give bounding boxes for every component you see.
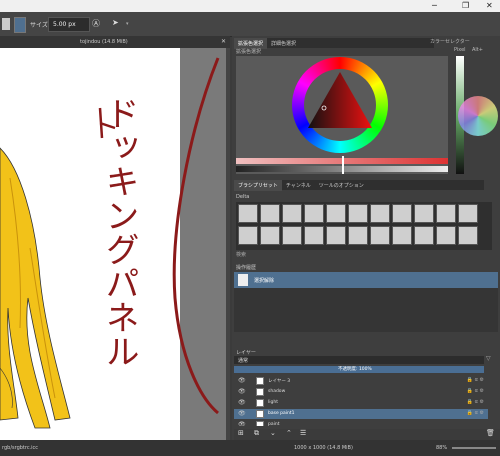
delete-layer-button[interactable]: 🗑 bbox=[486, 429, 495, 437]
opacity-slider[interactable]: 不透明度: 100% bbox=[234, 366, 484, 373]
visibility-icon[interactable]: 👁 bbox=[238, 399, 246, 406]
dropdown-icon[interactable]: ▾ bbox=[126, 21, 129, 27]
brush-preset[interactable] bbox=[238, 204, 258, 223]
brush-preset[interactable] bbox=[436, 226, 456, 245]
zoom-slider[interactable] bbox=[452, 447, 496, 449]
brush-preset[interactable] bbox=[348, 226, 368, 245]
color-profile: rgb/srgbtrc.icc bbox=[2, 445, 39, 451]
brush-preset[interactable] bbox=[414, 204, 434, 223]
brush-preset[interactable] bbox=[238, 226, 258, 245]
tab-channels[interactable]: チャンネル bbox=[282, 180, 315, 191]
brush-preset[interactable] bbox=[260, 226, 280, 245]
brush-preset[interactable] bbox=[304, 204, 324, 223]
image-size: 1000 x 1000 (14.8 MiB) bbox=[294, 445, 353, 451]
annotation-text: ドッキングパネル bbox=[99, 96, 139, 368]
history-title: 操作履歴 bbox=[236, 265, 257, 271]
history-list: 選択解除 bbox=[234, 272, 498, 332]
tool-options-bar: サイズ: 5.00 px Ⓐ ➤ ▾ bbox=[0, 12, 500, 37]
brush-preset[interactable] bbox=[392, 226, 412, 245]
canvas-vertical-scrollbar[interactable] bbox=[226, 48, 230, 440]
blend-mode-select[interactable]: 通常 bbox=[234, 356, 484, 364]
history-item[interactable]: 選択解除 bbox=[234, 272, 498, 288]
mirror-icon[interactable]: Ⓐ bbox=[92, 18, 100, 29]
brush-preset[interactable] bbox=[436, 204, 456, 223]
duplicate-layer-button[interactable]: ⧉ bbox=[254, 429, 259, 438]
visibility-icon[interactable]: 👁 bbox=[238, 410, 246, 417]
brush-preset[interactable] bbox=[260, 204, 280, 223]
annotation-overlay bbox=[98, 107, 116, 139]
size-input[interactable]: 5.00 px bbox=[48, 17, 90, 32]
brush-preset-icon[interactable] bbox=[2, 18, 10, 30]
alt-option[interactable]: Alt+ bbox=[472, 47, 483, 53]
transform-icon[interactable]: ➤ bbox=[112, 18, 119, 27]
brush-preset[interactable] bbox=[414, 226, 434, 245]
brush-docker-tabs: ブラシプリセット チャンネル ツールのオプション bbox=[234, 180, 484, 191]
maximize-button[interactable]: ❐ bbox=[462, 1, 469, 10]
visibility-icon[interactable]: 👁 bbox=[238, 388, 246, 395]
move-down-button[interactable]: ⌄ bbox=[270, 429, 276, 437]
brush-preset[interactable] bbox=[458, 226, 478, 245]
minimize-button[interactable]: ─ bbox=[432, 1, 437, 10]
color-wheel-small[interactable] bbox=[458, 96, 498, 136]
layer-row[interactable]: 👁 light 🔒 α ⚙ bbox=[234, 398, 488, 408]
add-layer-button[interactable]: ⊞ bbox=[238, 429, 244, 437]
tab-specific-color[interactable]: 詳細色選択 bbox=[267, 38, 300, 49]
document-close-button[interactable]: ✕ bbox=[221, 38, 226, 45]
color-panel-title: 拡張色選択 bbox=[236, 49, 262, 55]
brush-preset[interactable] bbox=[348, 204, 368, 223]
filter-icon[interactable]: ▽ bbox=[486, 355, 491, 362]
layer-row[interactable]: 👁 paint bbox=[234, 420, 488, 426]
brush-preset[interactable] bbox=[282, 204, 302, 223]
title-bar: ─ ❐ ✕ bbox=[0, 0, 500, 12]
brush-tag-select[interactable]: Delta bbox=[236, 194, 249, 200]
size-label: サイズ: bbox=[30, 22, 50, 29]
foreground-color-swatch[interactable] bbox=[14, 17, 26, 33]
brush-preset[interactable] bbox=[370, 226, 390, 245]
status-bar: rgb/srgbtrc.icc 1000 x 1000 (14.8 MiB) 8… bbox=[0, 440, 500, 456]
layers-title: レイヤー bbox=[236, 350, 256, 356]
history-thumb bbox=[238, 274, 248, 286]
saturation-triangle[interactable] bbox=[236, 56, 448, 156]
tab-tool-options[interactable]: ツールのオプション bbox=[315, 180, 368, 191]
brush-preset[interactable] bbox=[392, 204, 412, 223]
color-selector-title: カラーセレクター bbox=[430, 39, 470, 45]
brush-preset[interactable] bbox=[326, 204, 346, 223]
brush-preset[interactable] bbox=[458, 204, 478, 223]
document-title: tojindou (14.8 MiB) bbox=[80, 39, 128, 45]
brush-preset[interactable] bbox=[370, 204, 390, 223]
lock-icon[interactable]: 🔒 α ⚙ bbox=[467, 399, 484, 405]
lock-icon[interactable]: 🔒 α ⚙ bbox=[467, 388, 484, 394]
brush-preset-grid bbox=[236, 202, 492, 250]
layer-row-selected[interactable]: 👁 base paint1 🔒 α ⚙ bbox=[234, 409, 488, 419]
zoom-level[interactable]: 88% bbox=[436, 445, 447, 451]
color-docker-tabs: 拡張色選択 詳細色選択 bbox=[234, 38, 434, 49]
tab-brush-presets[interactable]: ブラシプリセット bbox=[234, 180, 282, 191]
layer-properties-button[interactable]: ☰ bbox=[300, 429, 306, 437]
lock-icon[interactable]: 🔒 α ⚙ bbox=[467, 377, 484, 383]
layer-thumb bbox=[256, 388, 264, 396]
slider-handle[interactable] bbox=[342, 156, 344, 174]
visibility-icon[interactable]: 👁 bbox=[238, 421, 246, 426]
layer-thumb bbox=[256, 421, 264, 426]
close-button[interactable]: ✕ bbox=[486, 1, 493, 10]
brush-preset[interactable] bbox=[282, 226, 302, 245]
annotation-bracket bbox=[172, 57, 220, 415]
brush-preset[interactable] bbox=[326, 226, 346, 245]
move-up-button[interactable]: ⌃ bbox=[286, 429, 292, 437]
layer-thumb bbox=[256, 410, 264, 418]
layer-thumb bbox=[256, 399, 264, 407]
canvas-paper[interactable]: ドッキングパネル bbox=[0, 48, 180, 440]
layer-thumb bbox=[256, 377, 264, 385]
layer-row[interactable]: 👁 shadow 🔒 α ⚙ bbox=[234, 387, 488, 397]
brush-preset[interactable] bbox=[304, 226, 324, 245]
canvas-area[interactable]: ドッキングパネル bbox=[0, 48, 230, 440]
color-selector[interactable] bbox=[236, 56, 448, 174]
layer-toolbar: ⊞ ⧉ ⌄ ⌃ ☰ 🗑 bbox=[234, 429, 500, 440]
brush-search-label: 検索 bbox=[236, 252, 247, 258]
visibility-icon[interactable]: 👁 bbox=[238, 377, 246, 384]
pixel-option[interactable]: Pixel bbox=[454, 47, 466, 53]
lock-icon[interactable]: 🔒 α ⚙ bbox=[467, 410, 484, 416]
layer-row[interactable]: 👁 レイヤー 3 🔒 α ⚙ bbox=[234, 376, 488, 386]
